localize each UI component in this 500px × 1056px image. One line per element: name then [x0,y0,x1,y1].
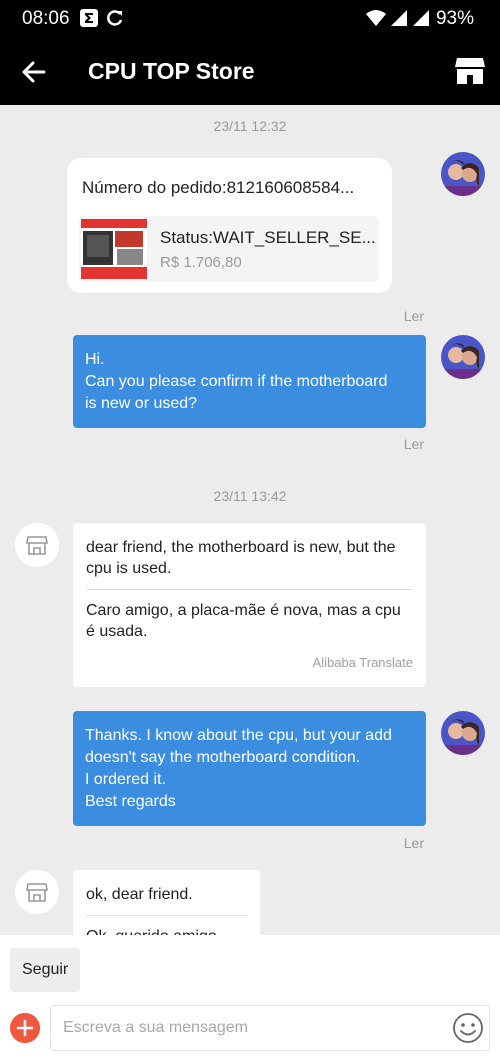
store-icon[interactable] [454,56,486,86]
order-price: R$ 1.706,80 [160,254,242,271]
status-bar: 08:06 93% [0,0,500,38]
user-avatar[interactable] [441,152,485,196]
order-status: Status:WAIT_SELLER_SE... [160,228,376,247]
translation-divider [86,589,413,590]
translation-divider [86,915,247,916]
message-line: I ordered it. [85,771,166,788]
outgoing-message[interactable]: Thanks. I know about the cpu, but your a… [73,711,426,826]
incoming-message[interactable]: dear friend, the motherboard is new, but… [73,523,426,687]
read-receipt: Ler [403,835,424,851]
quick-reply-follow-button[interactable]: Seguir [10,948,81,992]
order-card[interactable]: Número do pedido:812160608584... Status:… [67,158,392,293]
message-original: ok, dear friend. [86,886,193,903]
order-number: Número do pedido:812160608584... [82,178,355,197]
seller-avatar[interactable] [15,870,59,914]
user-avatar[interactable] [441,335,485,379]
back-arrow-icon[interactable] [20,58,48,86]
wifi-icon [366,10,386,26]
seller-avatar[interactable] [15,523,59,567]
sync-icon [107,10,123,26]
message-translation: Ok, querido amigo. [73,926,260,935]
message-line: is new or used? [85,395,198,412]
message-line: Thanks. I know about the cpu, but your a… [85,727,392,744]
app-bar: CPU TOP Store [0,38,500,105]
status-time: 08:06 [22,8,70,29]
order-product[interactable]: Status:WAIT_SELLER_SE... R$ 1.706,80 [79,216,379,282]
message-translation: Caro amigo, a placa-mãe é nova, mas a cp… [86,602,401,640]
avatar-photo [441,711,485,755]
composer-footer: Seguir [0,935,500,1056]
translation-credit: Alibaba Translate [312,655,413,670]
add-attachment-button[interactable] [10,1013,40,1043]
message-line: Best regards [85,793,176,810]
message-line: Can you please confirm if the motherboar… [85,373,388,390]
page-title: CPU TOP Store [88,58,255,84]
avatar-photo [441,152,485,196]
emoji-icon[interactable] [452,1012,484,1044]
timestamp: 23/11 12:32 [213,118,287,134]
store-icon [26,883,48,902]
message-line: Hi. [85,351,105,368]
message-line: doesn't say the motherboard condition. [85,749,361,766]
signal-icon [391,10,407,26]
message-original: dear friend, the motherboard is new, but… [86,539,396,577]
read-receipt: Ler [403,436,424,452]
store-icon [26,536,48,555]
outgoing-message[interactable]: Hi. Can you please confirm if the mother… [73,335,426,428]
chat-area[interactable]: 23/11 12:32 Número do pedido:81216060858… [0,105,500,935]
avatar-photo [441,335,485,379]
timestamp: 23/11 13:42 [213,488,287,504]
read-receipt: Ler [403,308,424,324]
incoming-message[interactable]: ok, dear friend. Ok, querido amigo. [73,870,260,935]
message-input[interactable] [50,1005,490,1051]
battery-percentage: 93% [435,8,474,29]
product-thumbnail [81,219,147,279]
user-avatar[interactable] [441,711,485,755]
notification-sigma-icon [80,9,98,27]
signal-icon [413,10,429,26]
